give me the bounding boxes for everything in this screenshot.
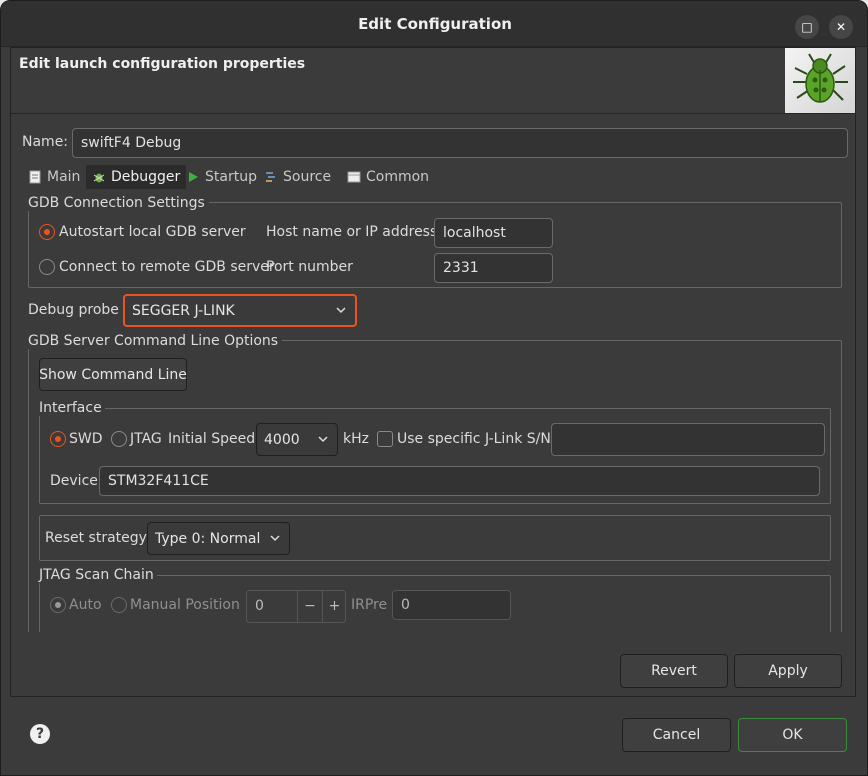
dialog-header-title: Edit launch configuration properties <box>19 56 306 72</box>
autostart-radio[interactable] <box>39 224 55 240</box>
configuration-name-input[interactable]: swiftF4 Debug <box>72 128 848 158</box>
chevron-down-icon <box>336 306 346 313</box>
jtag-scan-chain-title: JTAG Scan Chain <box>39 567 157 583</box>
initial-speed-value: 4000 <box>264 431 300 448</box>
common-icon <box>347 171 361 183</box>
reset-strategy-label: Reset strategy <box>45 530 147 546</box>
maximize-button[interactable]: □ <box>795 15 819 39</box>
minus-icon: − <box>304 598 316 614</box>
cancel-button[interactable]: Cancel <box>622 718 731 752</box>
tab-startup-label: Startup <box>205 169 257 185</box>
speed-unit-label: kHz <box>343 431 369 447</box>
irpre-label: IRPre <box>351 597 388 613</box>
initial-speed-label: Initial Speed <box>168 431 256 447</box>
reset-strategy-select[interactable]: Type 0: Normal <box>147 522 290 555</box>
title-bar: Edit Configuration □ ✕ <box>1 1 867 47</box>
gdb-server-options-title: GDB Server Command Line Options <box>28 333 283 349</box>
debugger-tab-content: GDB Connection Settings Autostart local … <box>22 190 848 632</box>
tab-main-label: Main <box>47 169 81 185</box>
help-button[interactable]: ? <box>30 724 50 744</box>
remote-label: Connect to remote GDB server <box>59 259 275 275</box>
port-input[interactable]: 2331 <box>434 253 553 283</box>
jlink-sn-input[interactable] <box>551 423 825 456</box>
debug-probe-value: SEGGER J-LINK <box>132 302 235 319</box>
close-button[interactable]: ✕ <box>829 15 853 39</box>
header-separator <box>11 113 855 114</box>
tab-startup[interactable]: Startup <box>186 165 257 189</box>
gdb-connection-title: GDB Connection Settings <box>28 195 209 211</box>
plus-icon: + <box>328 598 341 614</box>
bug-logo-icon <box>785 48 855 113</box>
edit-configuration-dialog: Edit Configuration □ ✕ Edit launch confi… <box>0 0 868 776</box>
decrement-button[interactable]: − <box>297 591 322 622</box>
autostart-label: Autostart local GDB server <box>59 224 246 240</box>
port-label: Port number <box>266 259 353 275</box>
tab-source-label: Source <box>283 169 332 185</box>
document-icon <box>29 170 41 184</box>
auto-radio[interactable] <box>50 597 66 613</box>
maximize-icon: □ <box>801 20 813 34</box>
initial-speed-select[interactable]: 4000 <box>256 423 338 456</box>
interface-title: Interface <box>39 400 105 416</box>
reset-strategy-value: Type 0: Normal <box>155 530 261 547</box>
source-icon <box>266 172 275 182</box>
ok-button[interactable]: OK <box>738 718 847 752</box>
play-icon <box>189 172 198 182</box>
debug-probe-label: Debug probe <box>28 302 119 318</box>
configuration-panel: Edit launch configuration properties Nam… <box>10 47 856 697</box>
manual-position-radio[interactable] <box>111 597 127 613</box>
device-input[interactable]: STM32F411CE <box>99 466 820 496</box>
host-label: Host name or IP address <box>266 224 438 240</box>
tab-debugger[interactable]: Debugger <box>86 165 187 189</box>
auto-label: Auto <box>69 597 102 613</box>
tab-bar: Main Debugger Startup Source Common <box>24 165 844 189</box>
manual-position-label: Manual Position <box>130 597 240 613</box>
tab-common-label: Common <box>366 169 430 185</box>
window-title: Edit Configuration <box>358 15 512 33</box>
help-icon: ? <box>35 726 45 742</box>
dialog-header: Edit launch configuration properties <box>11 48 855 113</box>
increment-button[interactable]: + <box>322 591 346 622</box>
apply-button[interactable]: Apply <box>734 654 842 688</box>
chevron-down-icon <box>270 534 280 541</box>
use-sn-checkbox[interactable] <box>377 431 393 447</box>
tab-main[interactable]: Main <box>28 165 80 189</box>
tab-debugger-label: Debugger <box>111 169 181 185</box>
device-label: Device <box>50 473 98 489</box>
name-label: Name: <box>22 134 69 150</box>
use-sn-label: Use specific J-Link S/N <box>397 431 551 447</box>
tab-source[interactable]: Source <box>264 165 331 189</box>
revert-button[interactable]: Revert <box>620 654 728 688</box>
debug-probe-select[interactable]: SEGGER J-LINK <box>123 294 357 327</box>
irpre-input[interactable]: 0 <box>392 590 511 620</box>
remote-radio[interactable] <box>39 259 55 275</box>
show-command-line-button[interactable]: Show Command Line <box>39 358 187 391</box>
chevron-down-icon <box>318 435 328 442</box>
swd-radio[interactable] <box>50 431 66 447</box>
host-input[interactable]: localhost <box>434 218 553 248</box>
position-value[interactable]: 0 <box>255 598 264 614</box>
position-spinner: 0 − + <box>246 590 346 623</box>
swd-label: SWD <box>69 431 103 447</box>
close-icon: ✕ <box>835 20 847 34</box>
bug-icon <box>93 173 105 183</box>
jtag-label: JTAG <box>130 431 162 447</box>
jtag-radio[interactable] <box>111 431 127 447</box>
tab-common[interactable]: Common <box>347 165 429 189</box>
